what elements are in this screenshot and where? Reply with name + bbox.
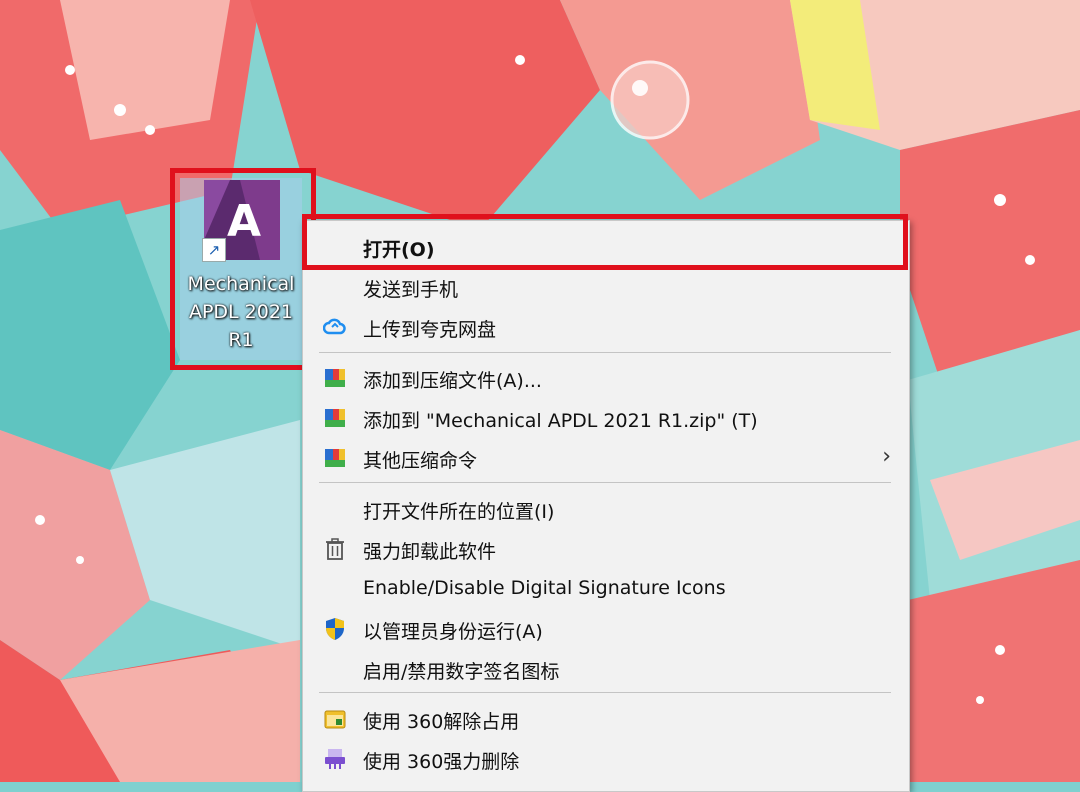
menu-item-upload-quark[interactable]: 上传到夸克网盘 [303,307,909,347]
menu-item-digital-signature-cn[interactable]: 启用/禁用数字签名图标 [303,649,909,689]
menu-item-360-force-delete[interactable]: 使用 360强力删除 [303,739,909,779]
icon-highlight-box [170,168,316,370]
menu-item-label: 强力卸载此软件 [363,541,497,563]
menu-item-label: 使用 360解除占用 [363,711,520,733]
menu-item-force-uninstall[interactable]: 强力卸载此软件 [303,529,909,569]
submenu-arrow-icon: › [882,444,891,469]
menu-item-label: 以管理员身份运行(A) [363,621,543,643]
archive-icon [325,369,345,387]
shield-icon [326,618,344,640]
menu-item-label: 使用 360强力删除 [363,751,520,773]
menu-item-label: 其他压缩命令 [363,450,478,472]
open-item-highlight-box [302,214,908,270]
menu-item-run-as-admin[interactable]: 以管理员身份运行(A) [303,609,909,649]
menu-separator [319,352,891,353]
menu-item-open-file-location[interactable]: 打开文件所在的位置(I) [303,489,909,529]
menu-item-label: 添加到 "Mechanical APDL 2021 R1.zip" (T) [363,410,758,432]
menu-item-add-to-archive[interactable]: 添加到压缩文件(A)... [303,358,909,398]
menu-item-other-compress[interactable]: 其他压缩命令 › [303,438,909,478]
context-menu: 打开(O) 发送到手机 上传到夸克网盘 添加到压缩文件(A)... 添加到 "M… [302,220,910,792]
shredder-icon [325,749,345,769]
menu-item-label: 发送到手机 [363,279,459,301]
menu-item-send-to-phone[interactable]: 发送到手机 [303,267,909,307]
menu-item-add-to-zip[interactable]: 添加到 "Mechanical APDL 2021 R1.zip" (T) [303,398,909,438]
menu-item-label: 上传到夸克网盘 [363,319,497,341]
menu-item-digital-signature-en[interactable]: Enable/Disable Digital Signature Icons [303,569,909,609]
menu-separator [319,482,891,483]
menu-item-label: 添加到压缩文件(A)... [363,370,542,392]
menu-item-label: Enable/Disable Digital Signature Icons [363,577,726,599]
menu-separator [319,692,891,693]
menu-item-label: 打开文件所在的位置(I) [363,501,555,523]
archive-icon [325,449,345,467]
menu-item-360-unlock[interactable]: 使用 360解除占用 [303,699,909,739]
trash-icon [326,538,344,560]
menu-item-label: 启用/禁用数字签名图标 [363,661,560,683]
archive-icon [325,409,345,427]
cloud-icon [323,318,346,335]
unlock-icon [324,710,346,729]
